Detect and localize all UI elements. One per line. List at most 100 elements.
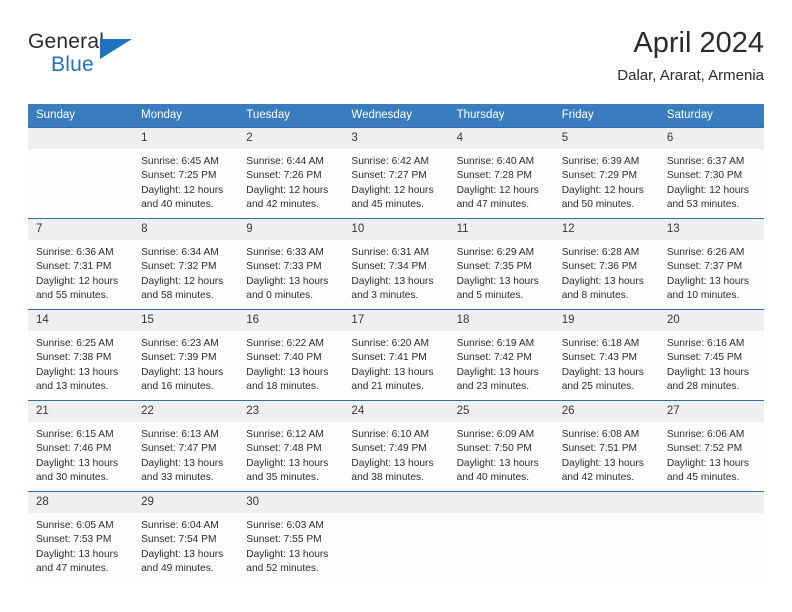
day-number: 12 xyxy=(553,219,659,240)
sunset-text: Sunset: 7:47 PM xyxy=(141,443,217,455)
day-cell-inner: 3 Sunrise: 6:42 AM Sunset: 7:27 PM Daylight… xyxy=(343,128,449,218)
daylight-text-line1: Daylight: 13 hours xyxy=(246,457,329,469)
calendar-day-cell[interactable]: 5 Sunrise: 6:39 AM Sunset: 7:29 PM Daylight… xyxy=(553,127,659,219)
daylight-text-line2: and 42 minutes. xyxy=(561,472,635,484)
day-details: Sunrise: 6:42 AM Sunset: 7:27 PM Daylight:… xyxy=(343,149,448,213)
day-details: Sunrise: 6:28 AM Sunset: 7:36 PM Daylight:… xyxy=(554,240,659,304)
calendar-day-cell-empty xyxy=(553,491,659,582)
calendar-day-cell[interactable]: 15 Sunrise: 6:23 AM Sunset: 7:39 PM Dayligh… xyxy=(133,309,239,401)
sunset-text: Sunset: 7:33 PM xyxy=(246,261,322,273)
title-block: April 2024 Dalar, Ararat, Armenia xyxy=(617,26,764,86)
calendar-day-cell[interactable]: 30 Sunrise: 6:03 AM Sunset: 7:55 PM Dayligh… xyxy=(238,491,344,582)
calendar-day-cell[interactable]: 3 Sunrise: 6:42 AM Sunset: 7:27 PM Daylight… xyxy=(343,127,449,219)
daylight-text-line1: Daylight: 12 hours xyxy=(666,184,749,196)
day-cell-inner: 14 Sunrise: 6:25 AM Sunset: 7:38 PM Dayligh… xyxy=(28,310,134,400)
calendar-day-cell[interactable]: 18 Sunrise: 6:19 AM Sunset: 7:42 PM Dayligh… xyxy=(448,309,554,401)
sunrise-text: Sunrise: 6:19 AM xyxy=(456,338,535,349)
calendar-day-cell[interactable]: 14 Sunrise: 6:25 AM Sunset: 7:38 PM Dayligh… xyxy=(28,309,134,401)
daylight-text-line1: Daylight: 12 hours xyxy=(141,184,224,196)
calendar-day-cell[interactable]: 26 Sunrise: 6:08 AM Sunset: 7:51 PM Dayligh… xyxy=(553,400,659,492)
day-details: Sunrise: 6:05 AM Sunset: 7:53 PM Daylight:… xyxy=(28,513,133,577)
calendar-day-cell[interactable]: 8 Sunrise: 6:34 AM Sunset: 7:32 PM Daylight… xyxy=(133,218,239,310)
sunset-text: Sunset: 7:42 PM xyxy=(456,352,532,364)
day-number: 27 xyxy=(658,401,764,422)
calendar-day-cell[interactable]: 17 Sunrise: 6:20 AM Sunset: 7:41 PM Dayligh… xyxy=(343,309,449,401)
day-cell-inner: 6 Sunrise: 6:37 AM Sunset: 7:30 PM Daylight… xyxy=(658,128,764,218)
page-title: April 2024 xyxy=(633,27,764,59)
day-number: 9 xyxy=(238,219,344,240)
calendar-day-cell[interactable]: 4 Sunrise: 6:40 AM Sunset: 7:28 PM Daylight… xyxy=(448,127,554,219)
calendar-day-cell[interactable]: 22 Sunrise: 6:13 AM Sunset: 7:47 PM Dayligh… xyxy=(133,400,239,492)
calendar-day-cell[interactable]: 29 Sunrise: 6:04 AM Sunset: 7:54 PM Dayligh… xyxy=(133,491,239,582)
weekday-header-sunday: Sunday xyxy=(28,104,134,128)
day-number: 18 xyxy=(448,310,554,331)
daylight-text-line1: Daylight: 13 hours xyxy=(561,366,644,378)
sunrise-text: Sunrise: 6:13 AM xyxy=(141,429,219,440)
day-details: Sunrise: 6:22 AM Sunset: 7:40 PM Daylight:… xyxy=(238,331,343,395)
calendar-day-cell[interactable]: 12 Sunrise: 6:28 AM Sunset: 7:36 PM Dayligh… xyxy=(553,218,659,310)
daylight-text-line1: Daylight: 13 hours xyxy=(351,275,434,287)
calendar-day-cell[interactable]: 7 Sunrise: 6:36 AM Sunset: 7:31 PM Daylight… xyxy=(28,218,134,310)
sunset-text: Sunset: 7:51 PM xyxy=(561,443,638,455)
calendar-day-cell[interactable]: 2 Sunrise: 6:44 AM Sunset: 7:26 PM Daylight… xyxy=(238,127,344,219)
daylight-text-line2: and 3 minutes. xyxy=(351,290,419,302)
sunrise-text: Sunrise: 6:45 AM xyxy=(141,156,219,167)
calendar-day-cell[interactable]: 24 Sunrise: 6:10 AM Sunset: 7:49 PM Dayligh… xyxy=(343,400,449,492)
sunrise-text: Sunrise: 6:33 AM xyxy=(246,247,324,258)
sunset-text: Sunset: 7:34 PM xyxy=(351,261,427,273)
sunset-text: Sunset: 7:54 PM xyxy=(141,534,217,546)
day-number: 30 xyxy=(238,492,344,513)
day-details: Sunrise: 6:12 AM Sunset: 7:48 PM Daylight:… xyxy=(238,422,343,486)
sunrise-text: Sunrise: 6:34 AM xyxy=(141,247,219,258)
daylight-text-line2: and 42 minutes. xyxy=(246,199,319,211)
day-cell-inner: 12 Sunrise: 6:28 AM Sunset: 7:36 PM Dayligh… xyxy=(553,219,659,309)
day-cell-inner: 26 Sunrise: 6:08 AM Sunset: 7:51 PM Dayligh… xyxy=(553,401,659,491)
daylight-text-line1: Daylight: 13 hours xyxy=(141,457,224,469)
calendar-day-cell[interactable]: 6 Sunrise: 6:37 AM Sunset: 7:30 PM Daylight… xyxy=(658,127,764,219)
sunset-text: Sunset: 7:50 PM xyxy=(456,443,532,455)
day-cell-inner: 15 Sunrise: 6:23 AM Sunset: 7:39 PM Dayligh… xyxy=(133,310,239,400)
calendar-day-cell[interactable]: 13 Sunrise: 6:26 AM Sunset: 7:37 PM Dayligh… xyxy=(658,218,764,310)
calendar-day-cell[interactable]: 28 Sunrise: 6:05 AM Sunset: 7:53 PM Dayligh… xyxy=(28,491,134,582)
calendar-day-cell[interactable]: 10 Sunrise: 6:31 AM Sunset: 7:34 PM Dayligh… xyxy=(343,218,449,310)
calendar-day-cell[interactable]: 25 Sunrise: 6:09 AM Sunset: 7:50 PM Dayligh… xyxy=(448,400,554,492)
calendar-day-cell[interactable]: 19 Sunrise: 6:18 AM Sunset: 7:43 PM Dayligh… xyxy=(553,309,659,401)
calendar-day-cell[interactable]: 1 Sunrise: 6:45 AM Sunset: 7:25 PM Daylight… xyxy=(133,127,239,219)
sunset-text: Sunset: 7:28 PM xyxy=(456,170,532,182)
calendar-day-cell[interactable]: 16 Sunrise: 6:22 AM Sunset: 7:40 PM Dayligh… xyxy=(238,309,344,401)
calendar-day-cell[interactable]: 20 Sunrise: 6:16 AM Sunset: 7:45 PM Dayligh… xyxy=(658,309,764,401)
sunset-text: Sunset: 7:38 PM xyxy=(36,352,112,364)
sunset-text: Sunset: 7:36 PM xyxy=(561,261,638,273)
calendar-day-cell[interactable]: 27 Sunrise: 6:06 AM Sunset: 7:52 PM Dayligh… xyxy=(658,400,764,492)
weekday-header-row: Sunday Monday Tuesday Wednesday Thursday… xyxy=(28,104,764,128)
day-details: Sunrise: 6:16 AM Sunset: 7:45 PM Daylight:… xyxy=(659,331,764,395)
general-blue-logo[interactable]: General Blue xyxy=(28,30,158,86)
day-cell-inner: 16 Sunrise: 6:22 AM Sunset: 7:40 PM Dayligh… xyxy=(238,310,344,400)
day-details: Sunrise: 6:26 AM Sunset: 7:37 PM Daylight:… xyxy=(659,240,764,304)
sunrise-text: Sunrise: 6:16 AM xyxy=(666,338,745,349)
day-number xyxy=(448,492,554,513)
calendar-day-cell[interactable]: 9 Sunrise: 6:33 AM Sunset: 7:33 PM Daylight… xyxy=(238,218,344,310)
sunrise-text: Sunrise: 6:44 AM xyxy=(246,156,324,167)
day-number: 23 xyxy=(238,401,344,422)
calendar-day-cell[interactable]: 21 Sunrise: 6:15 AM Sunset: 7:46 PM Dayligh… xyxy=(28,400,134,492)
sunrise-text: Sunrise: 6:23 AM xyxy=(141,338,219,349)
weekday-header-thursday: Thursday xyxy=(448,104,554,128)
day-cell-inner: 17 Sunrise: 6:20 AM Sunset: 7:41 PM Dayligh… xyxy=(343,310,449,400)
day-cell-inner: 22 Sunrise: 6:13 AM Sunset: 7:47 PM Dayligh… xyxy=(133,401,239,491)
day-details: Sunrise: 6:33 AM Sunset: 7:33 PM Daylight:… xyxy=(238,240,343,304)
calendar-day-cell[interactable]: 23 Sunrise: 6:12 AM Sunset: 7:48 PM Dayligh… xyxy=(238,400,344,492)
day-details: Sunrise: 6:04 AM Sunset: 7:54 PM Daylight:… xyxy=(133,513,238,577)
sunset-text: Sunset: 7:29 PM xyxy=(561,170,638,182)
day-number: 22 xyxy=(133,401,239,422)
day-cell-inner: 24 Sunrise: 6:10 AM Sunset: 7:49 PM Dayligh… xyxy=(343,401,449,491)
daylight-text-line2: and 45 minutes. xyxy=(666,472,740,484)
daylight-text-line2: and 21 minutes. xyxy=(351,381,424,393)
weekday-header-monday: Monday xyxy=(133,104,239,128)
calendar-day-cell[interactable]: 11 Sunrise: 6:29 AM Sunset: 7:35 PM Dayligh… xyxy=(448,218,554,310)
day-number xyxy=(343,492,449,513)
day-cell-inner: 20 Sunrise: 6:16 AM Sunset: 7:45 PM Dayligh… xyxy=(658,310,764,400)
day-number: 6 xyxy=(658,128,764,149)
sunset-text: Sunset: 7:27 PM xyxy=(351,170,427,182)
day-number: 8 xyxy=(133,219,239,240)
